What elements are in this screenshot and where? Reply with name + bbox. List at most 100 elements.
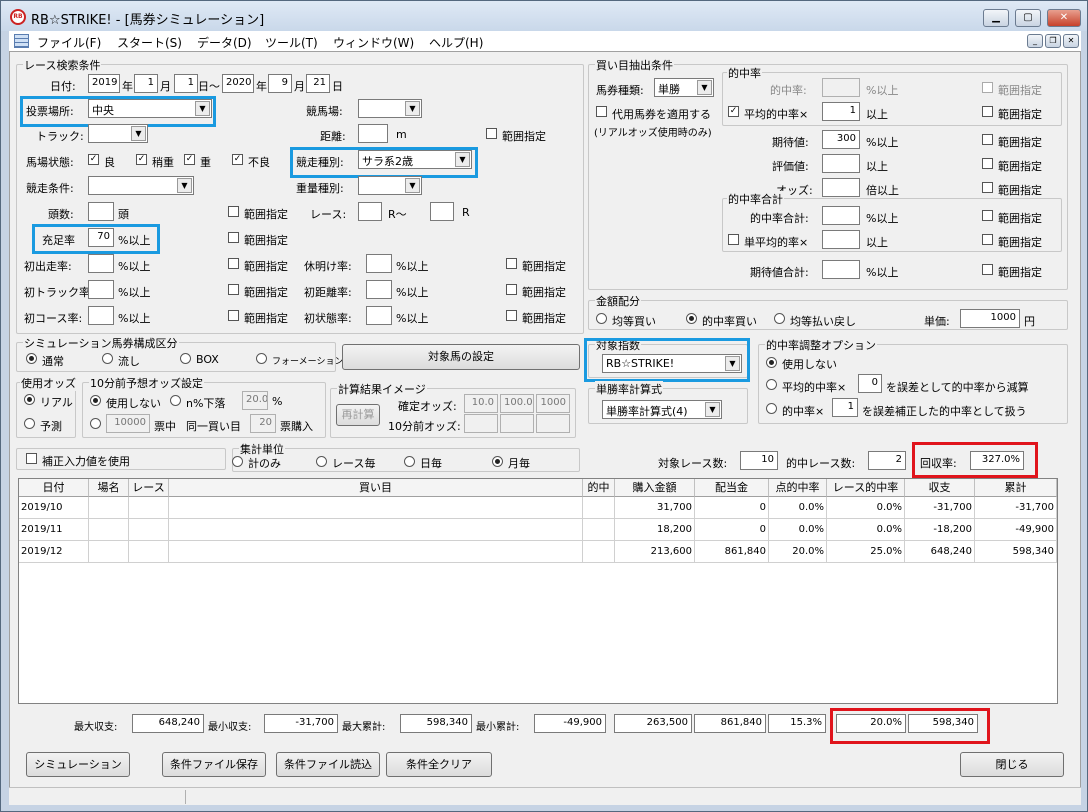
col-venue[interactable]: 場名 bbox=[89, 479, 129, 497]
single-avg-range-checkbox[interactable] bbox=[982, 234, 993, 245]
eval-input[interactable] bbox=[822, 154, 860, 173]
track-type-select[interactable]: ▼ bbox=[88, 124, 148, 143]
col-hit[interactable]: 的中 bbox=[583, 479, 615, 497]
first-track-input[interactable] bbox=[88, 280, 114, 299]
menu-file[interactable]: ファイル(F) bbox=[37, 34, 101, 51]
menu-data[interactable]: データ(D) bbox=[197, 34, 252, 51]
adjust-notuse-radio[interactable] bbox=[766, 357, 777, 368]
close-button[interactable]: 閉じる bbox=[960, 752, 1064, 777]
first-course-input[interactable] bbox=[88, 306, 114, 325]
box-radio[interactable] bbox=[180, 353, 191, 364]
first-run-range-checkbox[interactable] bbox=[228, 258, 239, 269]
hit-buy-radio[interactable] bbox=[686, 313, 697, 324]
pre10-votes-input[interactable]: 20 bbox=[250, 414, 276, 433]
expect-range-checkbox[interactable] bbox=[982, 134, 993, 145]
first-dist-input[interactable] bbox=[366, 280, 392, 299]
odds-range-checkbox[interactable] bbox=[982, 182, 993, 193]
pre10-yen-input[interactable]: 10000 bbox=[106, 414, 150, 433]
first-course-range-checkbox[interactable] bbox=[228, 310, 239, 321]
distance-input[interactable] bbox=[358, 124, 388, 143]
to-year-input[interactable]: 2020 bbox=[222, 74, 254, 93]
first-cond-input[interactable] bbox=[366, 306, 392, 325]
first-run-input[interactable] bbox=[88, 254, 114, 273]
eval-range-checkbox[interactable] bbox=[982, 158, 993, 169]
race-to-input[interactable] bbox=[430, 202, 454, 221]
col-purchase[interactable]: 購入金額 bbox=[615, 479, 695, 497]
agg-total-radio[interactable] bbox=[232, 456, 243, 467]
avg-hit-checkbox[interactable]: ✓ bbox=[728, 106, 739, 117]
from-year-input[interactable]: 2019 bbox=[88, 74, 120, 93]
substitute-checkbox[interactable] bbox=[596, 106, 607, 117]
col-point-hit[interactable]: 点的中率 bbox=[769, 479, 827, 497]
cond-heavy-checkbox[interactable]: ✓ bbox=[184, 154, 195, 165]
weight-select[interactable]: ▼ bbox=[358, 176, 422, 195]
normal-radio[interactable] bbox=[26, 353, 37, 364]
distance-range-checkbox[interactable] bbox=[486, 128, 497, 139]
first-dist-range-checkbox[interactable] bbox=[506, 284, 517, 295]
col-payout[interactable]: 配当金 bbox=[695, 479, 769, 497]
race-cond-select[interactable]: ▼ bbox=[88, 176, 194, 195]
odds-input[interactable] bbox=[822, 178, 860, 197]
col-race[interactable]: レース bbox=[129, 479, 169, 497]
hit-rate-range-checkbox[interactable] bbox=[982, 82, 993, 93]
col-race-hit[interactable]: レース的中率 bbox=[827, 479, 905, 497]
rest-range-checkbox[interactable] bbox=[506, 258, 517, 269]
col-cumulative[interactable]: 累計 bbox=[975, 479, 1057, 497]
bet-kind-select[interactable]: 単勝 ▼ bbox=[654, 78, 714, 97]
first-track-range-checkbox[interactable] bbox=[228, 284, 239, 295]
col-balance[interactable]: 収支 bbox=[905, 479, 975, 497]
col-bet[interactable]: 買い目 bbox=[169, 479, 583, 497]
results-table[interactable]: 日付 場名 レース 買い目 的中 購入金額 配当金 点的中率 レース的中率 収支… bbox=[18, 478, 1058, 704]
target-horse-button[interactable]: 対象馬の設定 bbox=[342, 344, 580, 370]
agg-day-radio[interactable] bbox=[404, 456, 415, 467]
clear-conditions-button[interactable]: 条件全クリア bbox=[386, 752, 492, 777]
single-avg-input[interactable] bbox=[822, 230, 860, 249]
pre10-same-radio[interactable] bbox=[90, 418, 101, 429]
avg-hit-range-checkbox[interactable] bbox=[982, 106, 993, 117]
simulate-button[interactable]: シミュレーション bbox=[26, 752, 130, 777]
hit-sum-input[interactable] bbox=[822, 206, 860, 225]
real-odds-radio[interactable] bbox=[24, 394, 35, 405]
adjust-avg-input[interactable]: 0 bbox=[858, 374, 882, 393]
adjust-avg-radio[interactable] bbox=[766, 379, 777, 390]
load-conditions-button[interactable]: 条件ファイル読込 bbox=[276, 752, 380, 777]
even-buy-radio[interactable] bbox=[596, 313, 607, 324]
exp-sum-range-checkbox[interactable] bbox=[982, 264, 993, 275]
hit-sum-range-checkbox[interactable] bbox=[982, 210, 993, 221]
menu-help[interactable]: ヘルプ(H) bbox=[429, 34, 483, 51]
menu-tools[interactable]: ツール(T) bbox=[265, 34, 318, 51]
cond-good-checkbox[interactable]: ✓ bbox=[88, 154, 99, 165]
even-return-radio[interactable] bbox=[774, 313, 785, 324]
expect-input[interactable]: 300 bbox=[822, 130, 860, 149]
pre10-drop-radio[interactable] bbox=[170, 395, 181, 406]
race-from-input[interactable] bbox=[358, 202, 382, 221]
menu-start[interactable]: スタート(S) bbox=[117, 34, 182, 51]
adjust-hit-input[interactable]: 1 bbox=[832, 398, 858, 417]
cond-bad-checkbox[interactable]: ✓ bbox=[232, 154, 243, 165]
menu-window[interactable]: ウィンドウ(W) bbox=[333, 34, 414, 51]
cond-slight-checkbox[interactable]: ✓ bbox=[136, 154, 147, 165]
from-month-input[interactable]: 1 bbox=[134, 74, 158, 93]
col-date[interactable]: 日付 bbox=[19, 479, 89, 497]
recalc-button[interactable]: 再計算 bbox=[336, 404, 380, 426]
rest-input[interactable] bbox=[366, 254, 392, 273]
formation-radio[interactable] bbox=[256, 353, 267, 364]
win-calc-select[interactable]: 単勝率計算式(4) ▼ bbox=[602, 400, 722, 419]
exp-sum-input[interactable] bbox=[822, 260, 860, 279]
heads-range-checkbox[interactable] bbox=[228, 206, 239, 217]
mdi-restore-button[interactable]: ❐ bbox=[1045, 34, 1061, 48]
mdi-minimize-button[interactable]: _ bbox=[1027, 34, 1043, 48]
forecast-odds-radio[interactable] bbox=[24, 418, 35, 429]
hit-rate-input[interactable] bbox=[822, 78, 860, 97]
mdi-close-button[interactable]: ✕ bbox=[1063, 34, 1079, 48]
correct-checkbox[interactable] bbox=[26, 453, 37, 464]
fill-range-checkbox[interactable] bbox=[228, 232, 239, 243]
pre10-n-input[interactable]: 20.0 bbox=[242, 391, 268, 410]
maximize-button[interactable]: ▢ bbox=[1015, 9, 1041, 27]
flow-radio[interactable] bbox=[102, 353, 113, 364]
adjust-hit-radio[interactable] bbox=[766, 403, 777, 414]
document-icon[interactable] bbox=[14, 34, 29, 48]
minimize-button[interactable]: ▁ bbox=[983, 9, 1009, 27]
avg-hit-input[interactable]: 1 bbox=[822, 102, 860, 121]
first-cond-range-checkbox[interactable] bbox=[506, 310, 517, 321]
